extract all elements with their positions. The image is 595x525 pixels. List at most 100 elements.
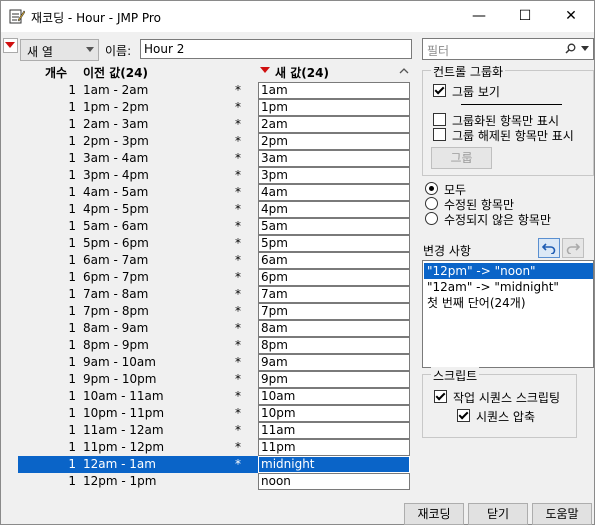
table-row[interactable]: 1 11pm - 12pm * 11pm	[18, 439, 410, 456]
new-value-input[interactable]: 1am	[258, 82, 410, 99]
name-label: 이름:	[105, 44, 132, 58]
workflow-script-checkbox[interactable]	[434, 390, 447, 403]
new-value-input[interactable]: 11pm	[258, 439, 410, 456]
scroll-up-icon[interactable]	[398, 64, 410, 78]
recode-button[interactable]: 재코딩	[404, 503, 464, 525]
table-row[interactable]: 1 1am - 2am * 1am	[18, 82, 410, 99]
new-value-text: 10pm	[261, 406, 296, 420]
new-value-text: 1pm	[261, 100, 288, 114]
new-value-input[interactable]: 5pm	[258, 235, 410, 252]
old-value-cell: 4am - 5am	[83, 185, 149, 199]
new-value-input[interactable]: 7am	[258, 286, 410, 303]
new-value-input[interactable]: 10pm	[258, 405, 410, 422]
minimize-button[interactable]: —	[456, 1, 502, 32]
filter-input[interactable]: 필터	[422, 38, 594, 60]
undo-button[interactable]	[538, 238, 560, 258]
new-value-input[interactable]: 8pm	[258, 337, 410, 354]
table-row[interactable]: 1 3am - 4am * 3am	[18, 150, 410, 167]
count-cell: 1	[68, 168, 76, 182]
new-value-input[interactable]: 9pm	[258, 371, 410, 388]
count-cell: 1	[68, 236, 76, 250]
table-row[interactable]: 1 8pm - 9pm * 8pm	[18, 337, 410, 354]
table-row[interactable]: 1 5am - 6am * 5am	[18, 218, 410, 235]
old-value-cell: 12pm - 1pm	[83, 474, 157, 488]
new-value-input[interactable]: 11am	[258, 422, 410, 439]
table-row[interactable]: 1 5pm - 6pm * 5pm	[18, 235, 410, 252]
close-button[interactable]: 닫기	[468, 503, 528, 525]
new-value-input[interactable]: 7pm	[258, 303, 410, 320]
name-input[interactable]: Hour 2	[140, 39, 412, 59]
new-value-input[interactable]: 4pm	[258, 201, 410, 218]
unmodified-only-radio[interactable]	[425, 212, 438, 225]
script-title: 스크립트	[431, 367, 480, 384]
table-row[interactable]: 1 12am - 1am * midnight	[18, 456, 410, 473]
new-value-input[interactable]: 3am	[258, 150, 410, 167]
new-value-text: 4pm	[261, 202, 288, 216]
new-value-input[interactable]: 6pm	[258, 269, 410, 286]
count-cell: 1	[68, 389, 76, 403]
new-value-input[interactable]: 3pm	[258, 167, 410, 184]
all-radio[interactable]	[425, 182, 438, 195]
old-value-cell: 9am - 10am	[83, 355, 156, 369]
show-grouped-only-checkbox[interactable]	[433, 113, 446, 126]
change-item[interactable]: "12am" -> "midnight"	[424, 279, 593, 295]
modified-marker: *	[235, 270, 241, 284]
table-row[interactable]: 1 2pm - 3pm * 2pm	[18, 133, 410, 150]
table-row[interactable]: 1 10pm - 11pm * 10pm	[18, 405, 410, 422]
maximize-button[interactable]: ☐	[502, 1, 548, 32]
count-cell: 1	[68, 185, 76, 199]
new-value-input[interactable]: 4am	[258, 184, 410, 201]
count-cell: 1	[68, 321, 76, 335]
new-value-input[interactable]: noon	[258, 473, 410, 490]
new-value-input[interactable]: 9am	[258, 354, 410, 371]
new-value-input[interactable]: 2pm	[258, 133, 410, 150]
table-row[interactable]: 1 4pm - 5pm * 4pm	[18, 201, 410, 218]
table-row[interactable]: 1 7am - 8am * 7am	[18, 286, 410, 303]
column-mode-select[interactable]: 새 열	[20, 39, 99, 61]
modified-only-radio[interactable]	[425, 197, 438, 210]
show-ungrouped-only-checkbox[interactable]	[433, 128, 446, 141]
table-row[interactable]: 1 3pm - 4pm * 3pm	[18, 167, 410, 184]
help-button[interactable]: 도움말	[532, 503, 592, 525]
count-cell: 1	[68, 355, 76, 369]
table-row[interactable]: 1 1pm - 2pm * 1pm	[18, 99, 410, 116]
table-row[interactable]: 1 9am - 10am * 9am	[18, 354, 410, 371]
group-button[interactable]: 그룹	[431, 147, 492, 169]
close-window-button[interactable]: ✕	[548, 1, 594, 32]
recode-menu-red-triangle-icon[interactable]	[3, 38, 18, 53]
redo-button[interactable]	[562, 238, 584, 258]
table-row[interactable]: 1 4am - 5am * 4am	[18, 184, 410, 201]
filter-dropdown-icon[interactable]	[581, 46, 589, 51]
change-item[interactable]: 첫 번째 단어(24개)	[424, 295, 593, 311]
new-value-input[interactable]: 8am	[258, 320, 410, 337]
new-value-input[interactable]: 10am	[258, 388, 410, 405]
new-value-input[interactable]: 2am	[258, 116, 410, 133]
new-values-red-triangle-icon[interactable]	[259, 64, 272, 77]
count-cell: 1	[68, 151, 76, 165]
table-row[interactable]: 1 9pm - 10pm * 9pm	[18, 371, 410, 388]
table-row[interactable]: 1 11am - 12am * 11am	[18, 422, 410, 439]
table-row[interactable]: 1 12pm - 1pm noon	[18, 473, 410, 490]
column-mode-value: 새 열	[27, 45, 53, 59]
table-row[interactable]: 1 10am - 11am * 10am	[18, 388, 410, 405]
table-row[interactable]: 1 2am - 3am * 2am	[18, 116, 410, 133]
new-value-input[interactable]: midnight	[258, 456, 410, 473]
count-cell: 1	[68, 134, 76, 148]
old-value-cell: 1pm - 2pm	[83, 100, 149, 114]
show-groups-checkbox[interactable]	[433, 84, 446, 97]
new-value-input[interactable]: 1pm	[258, 99, 410, 116]
compress-sequence-checkbox[interactable]	[457, 409, 470, 422]
modified-marker: *	[235, 134, 241, 148]
table-row[interactable]: 1 6pm - 7pm * 6pm	[18, 269, 410, 286]
new-value-input[interactable]: 5am	[258, 218, 410, 235]
filter-placeholder: 필터	[427, 44, 450, 58]
table-row[interactable]: 1 8am - 9am * 8am	[18, 320, 410, 337]
modified-marker: *	[235, 457, 241, 471]
count-cell: 1	[68, 100, 76, 114]
table-row[interactable]: 1 7pm - 8pm * 7pm	[18, 303, 410, 320]
table-row[interactable]: 1 6am - 7am * 6am	[18, 252, 410, 269]
old-value-cell: 12am - 1am	[83, 457, 156, 471]
change-item[interactable]: "12pm" -> "noon"	[424, 263, 593, 279]
new-values-header: 새 값(24)	[275, 66, 329, 80]
new-value-input[interactable]: 6am	[258, 252, 410, 269]
